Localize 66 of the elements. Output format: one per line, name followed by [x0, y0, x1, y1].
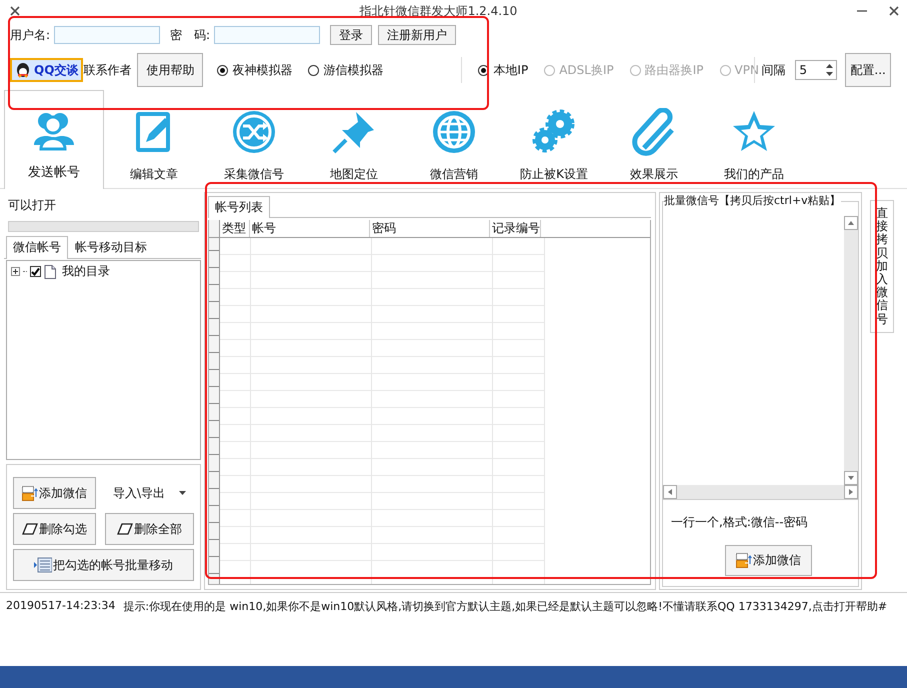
column-header[interactable]: 密码	[370, 220, 490, 237]
scroll-up-icon	[844, 216, 858, 230]
password-field[interactable]	[214, 26, 320, 44]
add-wechat-button[interactable]: 添加微信	[725, 544, 812, 576]
list-move-icon	[34, 557, 52, 573]
eraser-icon	[117, 523, 134, 535]
tree-item[interactable]: 我的目录	[62, 263, 110, 280]
shuffle-icon	[230, 108, 278, 156]
nav-tab[interactable]: 防止被K设置	[504, 90, 604, 188]
delete-button[interactable]: 删除全部	[105, 513, 194, 545]
nav-tab[interactable]: 编辑文章	[104, 90, 204, 188]
group-title: 批量微信号【拷贝后按ctrl+v粘贴】	[664, 193, 841, 208]
window-title: 指北针微信群发大师1.2.4.10	[358, 2, 518, 20]
delete-button[interactable]: 删除勾选	[13, 513, 96, 545]
interval-spinner[interactable]: 5	[795, 60, 838, 80]
qq-chat-button[interactable]: QQ交谈	[10, 58, 84, 82]
penguin-icon	[15, 62, 31, 78]
batch-move-button[interactable]: 把勾选的帐号批量移动	[13, 549, 194, 581]
nav-tab[interactable]: 我们的产品	[704, 90, 804, 188]
emulator-radio[interactable]: 夜神模拟器	[217, 62, 292, 78]
config-button[interactable]: 配置...	[845, 53, 891, 87]
add-list-icon	[736, 552, 752, 568]
vertical-scrollbar[interactable]	[844, 216, 858, 485]
log-message: 提示:你现在使用的是 win10,如果你不是win10默认风格,请切换到官方默认主题,如果已经是默认主题可以忽略!不懂请联系QQ 1733134297,点击打开帮助#	[123, 599, 888, 614]
nav-tab[interactable]: 采集微信号	[204, 90, 304, 188]
close-icon	[889, 6, 899, 16]
dropdown-arrow-icon	[179, 491, 186, 495]
text-area[interactable]	[663, 216, 858, 500]
document-icon	[44, 264, 56, 279]
format-hint: 一行一个,格式:微信--密码	[670, 514, 809, 531]
checkbox[interactable]	[30, 266, 41, 278]
nav-tab[interactable]: 发送帐号	[4, 90, 104, 189]
username-label: 用户名:	[10, 26, 50, 44]
interval-label: 间隔	[761, 62, 786, 78]
scroll-right-icon	[844, 484, 858, 499]
panel-tab[interactable]: 帐号移动目标	[68, 236, 154, 258]
column-header[interactable]: 记录编号	[490, 220, 541, 237]
login-button[interactable]: 登录	[330, 25, 372, 45]
column-header[interactable]: 帐号	[250, 220, 370, 237]
globe-icon	[430, 108, 478, 156]
add-wechat-button[interactable]: 添加微信	[13, 477, 96, 509]
contact-author-label: 联系作者	[83, 62, 132, 78]
nav-tab[interactable]: 效果展示	[604, 90, 704, 188]
import-export-dropdown[interactable]: 导入\导出	[105, 477, 194, 509]
add-list-icon	[22, 486, 38, 500]
side-tab[interactable]: 直接拷贝加入微信号	[870, 200, 894, 333]
ip-mode-radio[interactable]: 本地IP	[478, 62, 528, 78]
scroll-down-icon	[844, 470, 858, 485]
panel-tab[interactable]: 帐号列表	[208, 196, 270, 218]
password-label: 密 码:	[170, 26, 210, 44]
nav-tab[interactable]: 地图定位	[304, 90, 404, 188]
help-button[interactable]: 使用帮助	[137, 53, 204, 87]
spin-arrows-icon	[826, 64, 834, 76]
username-field[interactable]	[54, 26, 160, 44]
status-text: 可以打开	[7, 197, 57, 214]
scroll-left-icon	[663, 484, 677, 499]
emulator-radio[interactable]: 游信模拟器	[308, 62, 384, 78]
column-header[interactable]: 类型	[220, 220, 250, 237]
eraser-icon	[22, 523, 38, 535]
close-icon	[10, 6, 20, 16]
nav-tab[interactable]: 微信营销	[404, 90, 504, 188]
log-time: 20190517-14:23:34	[6, 599, 116, 614]
register-button[interactable]: 注册新用户	[378, 25, 456, 45]
horizontal-scrollbar[interactable]	[663, 484, 858, 499]
panel-tab[interactable]: 微信帐号	[6, 236, 68, 260]
check-icon	[31, 267, 40, 276]
